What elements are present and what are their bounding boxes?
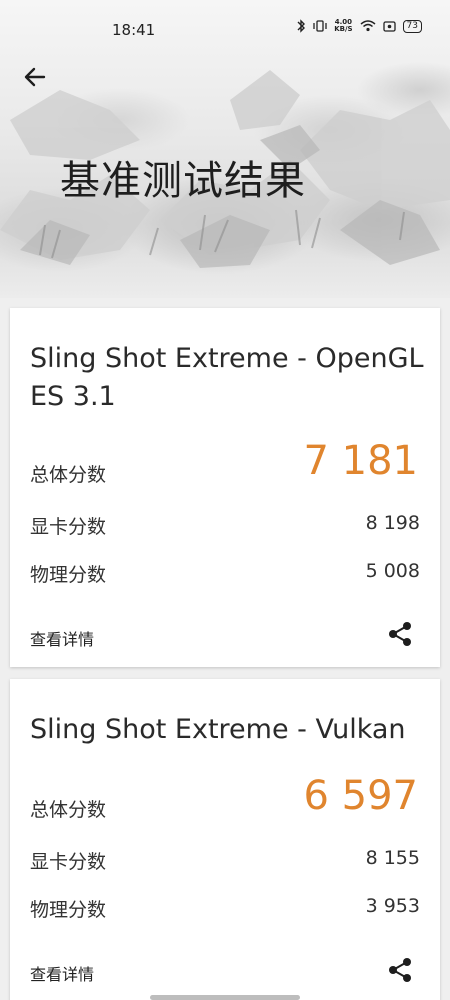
graphics-score-value: 8 198 bbox=[365, 512, 420, 534]
status-icons: 4.00 KB/S 73 bbox=[296, 19, 422, 33]
back-arrow-icon[interactable] bbox=[22, 64, 48, 90]
battery-indicator: 73 bbox=[402, 19, 422, 33]
result-card-opengl: Sling Shot Extreme - OpenGL ES 3.1 总体分数 … bbox=[10, 308, 440, 667]
view-details-link[interactable]: 查看详情 bbox=[30, 961, 94, 985]
screen-record-icon bbox=[382, 20, 396, 32]
view-details-link[interactable]: 查看详情 bbox=[30, 626, 94, 650]
share-icon[interactable] bbox=[386, 620, 414, 648]
status-bar: 18:41 4.00 KB/S 73 bbox=[0, 0, 450, 40]
graphics-score-value: 8 155 bbox=[365, 847, 420, 869]
status-time: 18:41 bbox=[112, 21, 156, 39]
page-title: 基准测试结果 bbox=[60, 158, 306, 204]
wifi-icon bbox=[360, 20, 376, 32]
physics-score-value: 3 953 bbox=[365, 895, 420, 917]
graphics-score-label: 显卡分数 bbox=[30, 851, 107, 873]
header-banner: 18:41 4.00 KB/S 73 基准测试结果 bbox=[0, 0, 450, 298]
graphics-score-label: 显卡分数 bbox=[30, 516, 107, 538]
overall-score-value: 7 181 bbox=[303, 438, 418, 484]
overall-score-label: 总体分数 bbox=[30, 799, 107, 821]
overall-score-value: 6 597 bbox=[303, 773, 418, 819]
network-speed: 4.00 KB/S bbox=[334, 19, 352, 33]
card-title: Sling Shot Extreme - OpenGL ES 3.1 bbox=[30, 343, 424, 412]
share-icon[interactable] bbox=[386, 956, 414, 984]
overall-score-label: 总体分数 bbox=[30, 464, 107, 486]
card-title: Sling Shot Extreme - Vulkan bbox=[30, 714, 406, 745]
speed-unit: KB/S bbox=[334, 25, 353, 33]
physics-score-value: 5 008 bbox=[365, 560, 420, 582]
bluetooth-icon bbox=[297, 19, 306, 33]
physics-score-label: 物理分数 bbox=[30, 564, 107, 586]
physics-score-label: 物理分数 bbox=[30, 899, 107, 921]
gesture-nav-bar[interactable] bbox=[150, 995, 300, 1000]
result-card-vulkan: Sling Shot Extreme - Vulkan 总体分数 6 597 显… bbox=[10, 679, 440, 1000]
vibrate-icon bbox=[313, 20, 327, 32]
